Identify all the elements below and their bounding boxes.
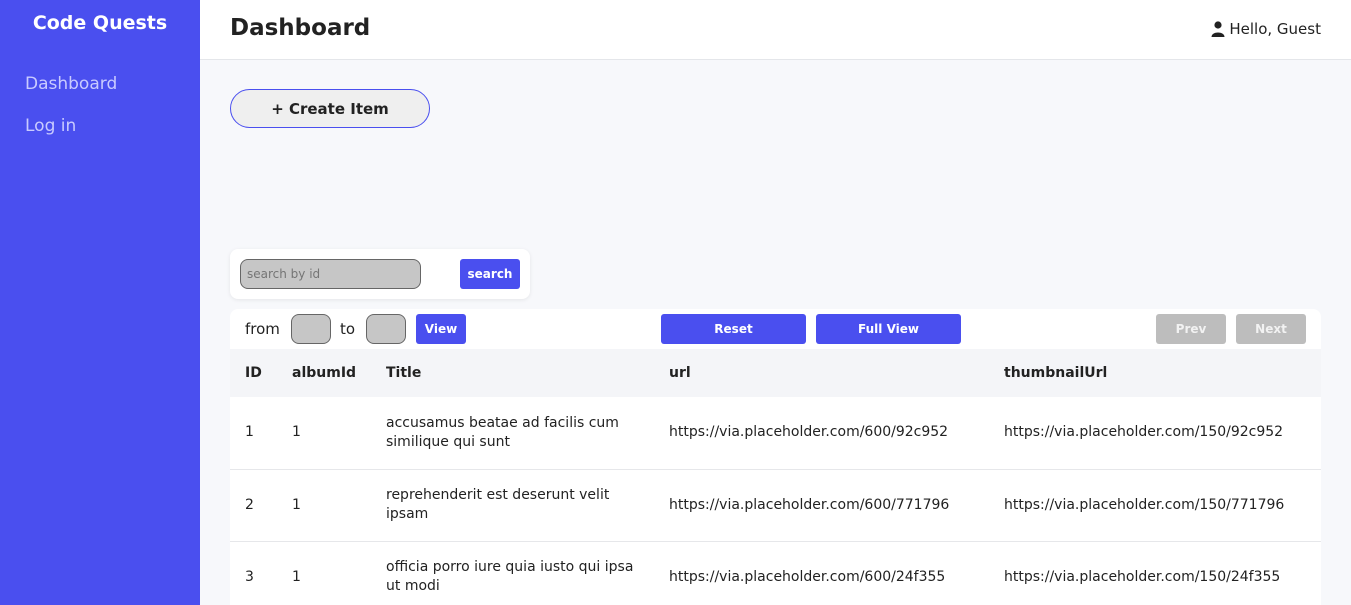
data-table: ID albumId Title url thumbnailUrl 1 1 ac… (230, 349, 1321, 605)
table-row[interactable]: 2 1 reprehenderit est deserunt velit ips… (230, 469, 1321, 541)
cell-url: https://via.placeholder.com/600/92c952 (669, 424, 949, 441)
top-header: Dashboard Hello, Guest (200, 0, 1351, 60)
cell-thumbnailurl: https://via.placeholder.com/150/92c952 (1004, 424, 1284, 441)
to-input[interactable] (366, 314, 406, 344)
range-toolbar: from to View Reset Full View Prev Next (230, 309, 1321, 349)
to-label: to (340, 320, 356, 338)
data-panel: from to View Reset Full View Prev Next I… (230, 309, 1321, 605)
cell-albumid: 1 (292, 424, 301, 441)
search-button[interactable]: search (460, 259, 520, 289)
column-header-thumbnailurl[interactable]: thumbnailUrl (989, 349, 1321, 397)
next-button[interactable]: Next (1236, 314, 1306, 344)
cell-thumbnailurl: https://via.placeholder.com/150/771796 (1004, 496, 1285, 513)
cell-title: officia porro iure quia iusto qui ipsa u… (371, 541, 654, 605)
from-input[interactable] (291, 314, 331, 344)
cell-albumid: 1 (292, 496, 301, 513)
cell-title: reprehenderit est deserunt velit ipsam (371, 469, 654, 541)
view-button[interactable]: View (416, 314, 466, 344)
full-view-button[interactable]: Full View (816, 314, 961, 344)
sidebar-item-dashboard[interactable]: Dashboard (25, 74, 117, 94)
table-row[interactable]: 1 1 accusamus beatae ad facilis cum simi… (230, 397, 1321, 469)
cell-thumbnailurl: https://via.placeholder.com/150/24f355 (1004, 568, 1281, 585)
cell-url: https://via.placeholder.com/600/24f355 (669, 568, 946, 585)
prev-button[interactable]: Prev (1156, 314, 1226, 344)
reset-button[interactable]: Reset (661, 314, 806, 344)
search-input[interactable] (240, 259, 421, 289)
greeting-text: Hello, Guest (1229, 20, 1321, 38)
sidebar-item-login[interactable]: Log in (25, 116, 76, 136)
cell-url: https://via.placeholder.com/600/771796 (669, 496, 950, 513)
user-icon (1211, 21, 1225, 37)
cell-title-text: officia porro iure quia iusto qui ipsa u… (386, 559, 634, 594)
cell-title-text: accusamus beatae ad facilis cum similiqu… (386, 414, 619, 450)
cell-id: 3 (245, 568, 254, 585)
cell-albumid: 1 (292, 568, 301, 585)
column-header-id[interactable]: ID (230, 349, 277, 397)
brand-logo[interactable]: Code Quests (0, 12, 200, 34)
page-title: Dashboard (230, 15, 371, 41)
cell-title: accusamus beatae ad facilis cum similiqu… (371, 397, 654, 469)
table-row[interactable]: 3 1 officia porro iure quia iusto qui ip… (230, 541, 1321, 605)
user-greeting[interactable]: Hello, Guest (1211, 20, 1321, 38)
search-panel: search (230, 249, 530, 299)
create-item-button[interactable]: + Create Item (230, 89, 430, 128)
sidebar: Code Quests Dashboard Log in (0, 0, 200, 605)
table-header-row: ID albumId Title url thumbnailUrl (230, 349, 1321, 397)
cell-id: 2 (245, 496, 254, 513)
cell-title-text: reprehenderit est deserunt velit ipsam (386, 487, 610, 522)
column-header-url[interactable]: url (654, 349, 989, 397)
column-header-title[interactable]: Title (371, 349, 654, 397)
cell-id: 1 (245, 424, 254, 441)
from-label: from (245, 320, 280, 338)
column-header-albumid[interactable]: albumId (277, 349, 371, 397)
